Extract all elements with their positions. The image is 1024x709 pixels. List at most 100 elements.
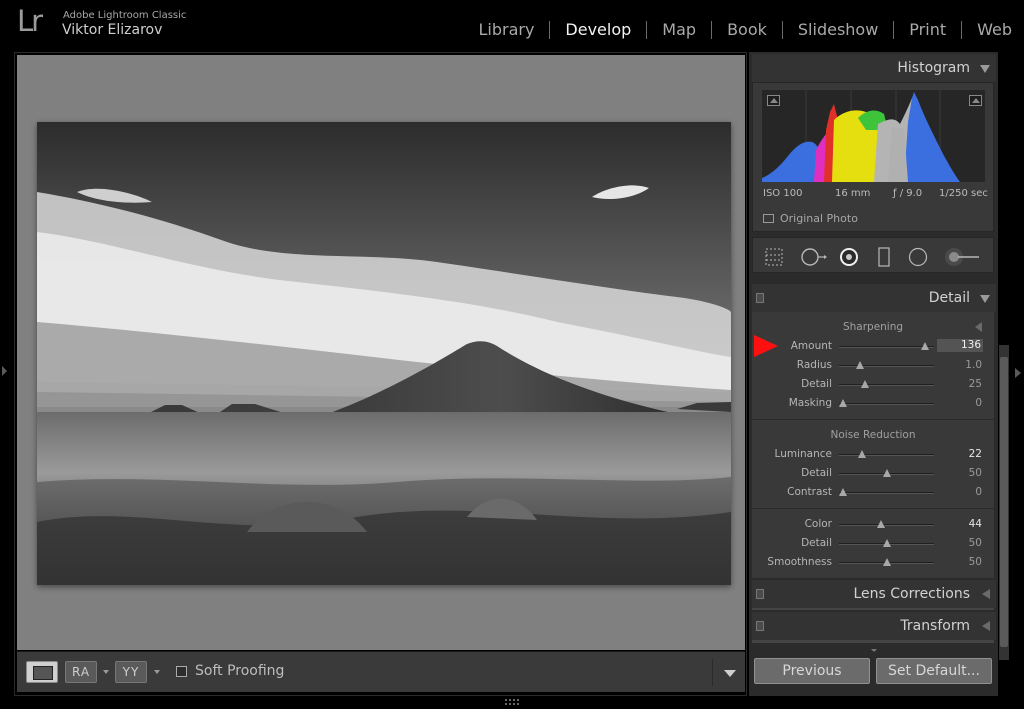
slider-track[interactable]	[839, 342, 934, 350]
module-separator	[646, 20, 648, 39]
chevron-down-icon[interactable]	[103, 670, 109, 674]
slider-color-detail[interactable]: Detail 50	[752, 537, 994, 551]
before-after-view-button[interactable]: RA	[65, 661, 97, 683]
slider-value[interactable]: 0	[975, 486, 982, 498]
chevron-down-icon[interactable]	[154, 670, 160, 674]
set-default-button[interactable]: Set Default...	[876, 658, 992, 684]
slider-label: Detail	[801, 378, 832, 390]
expand-icon[interactable]	[982, 589, 990, 599]
slider-thumb[interactable]	[882, 539, 891, 547]
right-panel-toggle-icon[interactable]	[1015, 368, 1021, 378]
radial-filter-icon[interactable]	[908, 247, 928, 267]
develop-toolbar: RA YY Soft Proofing	[17, 651, 745, 692]
lightroom-logo: Lr	[17, 4, 43, 38]
slider-track[interactable]	[839, 520, 934, 528]
slider-track[interactable]	[839, 469, 934, 477]
main-view: RA YY Soft Proofing	[14, 52, 747, 696]
histogram-panel: ISO 100 16 mm ƒ / 9.0 1/250 sec Original…	[752, 82, 994, 232]
slider-luminance-detail[interactable]: Detail 50	[752, 467, 994, 481]
previous-button[interactable]: Previous	[754, 658, 870, 684]
right-panel: Histogram ISO 100 16 mm ƒ / 9.0 1/250 se…	[749, 52, 998, 696]
module-develop[interactable]: Develop	[565, 20, 631, 39]
adjustment-brush-icon[interactable]	[943, 247, 981, 267]
slider-value[interactable]: 1.0	[965, 359, 982, 371]
slider-track[interactable]	[839, 361, 934, 369]
slider-thumb[interactable]	[876, 520, 885, 528]
soft-proofing-label: Soft Proofing	[195, 663, 285, 679]
slider-track[interactable]	[839, 380, 934, 388]
spot-removal-icon[interactable]	[800, 247, 828, 267]
slider-thumb[interactable]	[882, 558, 891, 566]
filmstrip-toggle-icon[interactable]	[505, 699, 519, 705]
graduated-filter-icon[interactable]	[874, 247, 894, 267]
slider-amount[interactable]: Amount 136	[752, 339, 994, 354]
slider-value[interactable]: 0	[975, 397, 982, 409]
loupe-view-button[interactable]	[26, 661, 58, 683]
module-web[interactable]: Web	[977, 20, 1012, 39]
module-book[interactable]: Book	[727, 20, 767, 39]
slider-thumb[interactable]	[838, 488, 847, 496]
aperture-readout: ƒ / 9.0	[893, 188, 923, 199]
slider-radius[interactable]: Radius 1.0	[752, 359, 994, 373]
slider-luminance[interactable]: Luminance 22	[752, 448, 994, 462]
original-photo-icon[interactable]	[763, 214, 774, 223]
slider-value-input[interactable]: 136	[937, 339, 983, 352]
module-slideshow[interactable]: Slideshow	[798, 20, 878, 39]
detail-header[interactable]: Detail	[752, 284, 996, 312]
shadow-clipping-indicator[interactable]	[767, 95, 780, 106]
slider-value[interactable]: 22	[969, 448, 982, 460]
slider-track[interactable]	[839, 558, 934, 566]
scrollbar-thumb[interactable]	[1000, 357, 1008, 647]
toolbar-content-menu-icon[interactable]	[724, 670, 736, 677]
slider-thumb[interactable]	[860, 380, 869, 388]
slider-track[interactable]	[838, 488, 934, 496]
collapse-icon[interactable]	[980, 65, 990, 73]
right-panel-scrollbar[interactable]	[999, 345, 1009, 660]
slider-thumb[interactable]	[882, 469, 891, 477]
slider-value[interactable]: 50	[969, 556, 982, 568]
histogram-header[interactable]: Histogram	[752, 54, 996, 82]
left-panel-toggle-icon[interactable]	[2, 366, 7, 376]
panel-switch-icon[interactable]	[756, 589, 764, 599]
crop-overlay-icon[interactable]	[764, 247, 784, 267]
slider-label: Masking	[788, 397, 832, 409]
slider-value[interactable]: 50	[969, 467, 982, 479]
transform-header[interactable]: Transform	[752, 612, 996, 640]
before-after-swap-button[interactable]: YY	[115, 661, 147, 683]
highlight-clipping-indicator[interactable]	[969, 95, 982, 106]
slider-track[interactable]	[839, 450, 934, 458]
slider-masking[interactable]: Masking 0	[752, 397, 994, 411]
slider-track[interactable]	[838, 399, 934, 407]
lens-corrections-header[interactable]: Lens Corrections	[752, 580, 996, 608]
collapse-icon[interactable]	[980, 295, 990, 303]
slider-track[interactable]	[839, 539, 934, 547]
module-separator	[893, 20, 895, 39]
slider-thumb[interactable]	[838, 399, 847, 407]
soft-proofing-checkbox[interactable]	[176, 666, 187, 677]
sharpening-label: Sharpening	[842, 321, 904, 333]
red-eye-icon[interactable]	[839, 247, 859, 267]
panel-switch-icon[interactable]	[756, 293, 764, 303]
slider-value[interactable]: 50	[969, 537, 982, 549]
module-library[interactable]: Library	[478, 20, 534, 39]
slider-value[interactable]: 44	[969, 518, 982, 530]
slider-thumb[interactable]	[920, 342, 929, 350]
expand-icon[interactable]	[982, 621, 990, 631]
slider-contrast[interactable]: Contrast 0	[752, 486, 994, 500]
slider-thumb[interactable]	[855, 361, 864, 369]
slider-detail[interactable]: Detail 25	[752, 378, 994, 392]
product-name: Adobe Lightroom Classic	[63, 10, 187, 21]
slider-smoothness[interactable]: Smoothness 50	[752, 556, 994, 570]
slider-value[interactable]: 25	[969, 378, 982, 390]
module-map[interactable]: Map	[662, 20, 696, 39]
module-print[interactable]: Print	[909, 20, 946, 39]
photo-preview[interactable]	[37, 122, 731, 585]
chevron-down-icon	[871, 649, 877, 652]
histogram-graph[interactable]	[762, 90, 985, 182]
slider-color[interactable]: Color 44	[752, 518, 994, 532]
slider-thumb[interactable]	[857, 450, 866, 458]
panel-switch-icon[interactable]	[756, 621, 764, 631]
loupe-canvas[interactable]	[17, 55, 745, 650]
focal-length-readout: 16 mm	[835, 188, 871, 199]
sharpening-preview-toggle-icon[interactable]	[975, 322, 982, 332]
